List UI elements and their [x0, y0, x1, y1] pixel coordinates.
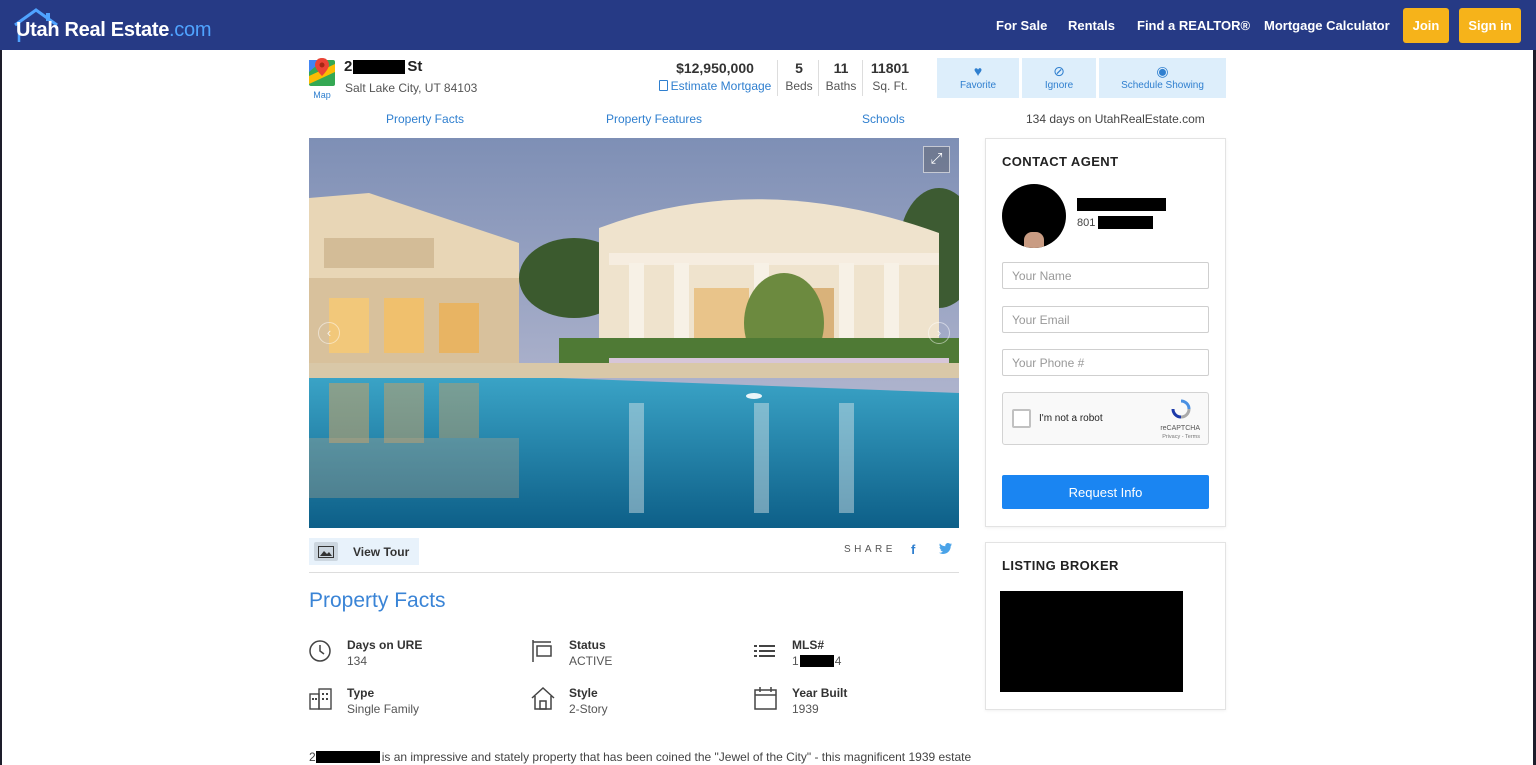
- divider: [777, 60, 778, 96]
- view-tour-button[interactable]: View Tour: [309, 538, 419, 565]
- listing-broker-heading: LISTING BROKER: [1002, 558, 1119, 573]
- sign-icon: [532, 640, 552, 662]
- nav-for-sale[interactable]: For Sale: [996, 0, 1047, 50]
- recaptcha-widget: I'm not a robot reCAPTCHA Privacy - Term…: [1002, 392, 1209, 445]
- site-logo[interactable]: Utah Real Estate.com: [12, 8, 211, 44]
- calendar-icon: [754, 687, 777, 710]
- list-icon: [754, 645, 775, 657]
- divider: [818, 60, 819, 96]
- heart-icon: ♥: [973, 63, 983, 79]
- divider: [862, 60, 863, 96]
- image-icon: [314, 542, 338, 561]
- nav-find-realtor[interactable]: Find a REALTOR®: [1137, 0, 1250, 50]
- beds-stat: 5 Beds: [785, 60, 813, 93]
- redacted-agent-name: [1077, 198, 1166, 211]
- redacted-street: [353, 59, 406, 74]
- listing-city: Salt Lake City, UT 84103: [345, 81, 478, 95]
- listing-description: 2 is an impressive and stately property …: [309, 750, 972, 764]
- eye-icon: ◉: [1156, 63, 1169, 79]
- clock-icon: [309, 640, 331, 662]
- building-icon: [309, 688, 332, 710]
- mansion-photo-image: [309, 138, 959, 528]
- request-info-button[interactable]: Request Info: [1002, 475, 1209, 509]
- twitter-icon[interactable]: [939, 542, 952, 557]
- schedule-showing-button[interactable]: ◉ Schedule Showing: [1099, 58, 1226, 98]
- recaptcha-logo-icon: [1171, 399, 1191, 419]
- nav-mortgage-calculator[interactable]: Mortgage Calculator: [1264, 0, 1390, 50]
- prev-photo-arrow-icon[interactable]: ‹: [318, 322, 340, 344]
- sign-in-button[interactable]: Sign in: [1459, 8, 1521, 43]
- ban-icon: ⊘: [1053, 63, 1065, 79]
- baths-stat: 11 Baths: [825, 60, 857, 93]
- email-input[interactable]: [1002, 306, 1209, 333]
- facebook-icon[interactable]: f: [911, 542, 915, 557]
- listing-address: 2 St: [344, 58, 423, 75]
- logo-text: Utah Real Estate.com: [16, 19, 212, 41]
- property-facts-heading: Property Facts: [309, 589, 446, 612]
- listing-price: $12,950,000: [676, 60, 754, 76]
- map-label[interactable]: Map: [309, 90, 335, 100]
- tab-property-facts[interactable]: Property Facts: [386, 112, 464, 126]
- sqft-stat: 11801 Sq. Ft.: [870, 60, 910, 93]
- days-on-site: 134 days on UtahRealEstate.com: [1026, 112, 1205, 126]
- contact-agent-heading: CONTACT AGENT: [1002, 154, 1119, 169]
- agent-avatar: [1002, 184, 1066, 248]
- price-block: $12,950,000 Estimate Mortgage: [658, 60, 772, 93]
- nav-rentals[interactable]: Rentals: [1068, 0, 1115, 50]
- redacted-mls: [799, 655, 834, 667]
- redacted-address: [315, 751, 380, 763]
- house-icon: [531, 686, 555, 710]
- name-input[interactable]: [1002, 262, 1209, 289]
- redacted-phone: [1098, 216, 1154, 229]
- window-edge-left: [0, 50, 2, 765]
- redacted-broker-logo: [1000, 591, 1183, 692]
- share-label: SHARE: [844, 544, 896, 555]
- listing-photo[interactable]: ⤢ ‹ ›: [309, 138, 959, 528]
- expand-icon[interactable]: ⤢: [923, 146, 950, 173]
- favorite-button[interactable]: ♥ Favorite: [937, 58, 1019, 98]
- estimate-mortgage-link[interactable]: Estimate Mortgage: [658, 79, 772, 93]
- divider: [309, 572, 959, 573]
- calculator-icon: [658, 80, 668, 91]
- join-button[interactable]: Join: [1403, 8, 1449, 43]
- map-icon[interactable]: [309, 58, 335, 86]
- agent-phone: 801: [1077, 216, 1154, 229]
- ignore-button[interactable]: ⊘ Ignore: [1022, 58, 1096, 98]
- top-navbar: Utah Real Estate.com For Sale Rentals Fi…: [0, 0, 1536, 50]
- tab-property-features[interactable]: Property Features: [606, 112, 702, 126]
- recaptcha-checkbox[interactable]: [1012, 409, 1031, 428]
- tab-schools[interactable]: Schools: [862, 112, 905, 126]
- next-photo-arrow-icon[interactable]: ›: [928, 322, 950, 344]
- phone-input[interactable]: [1002, 349, 1209, 376]
